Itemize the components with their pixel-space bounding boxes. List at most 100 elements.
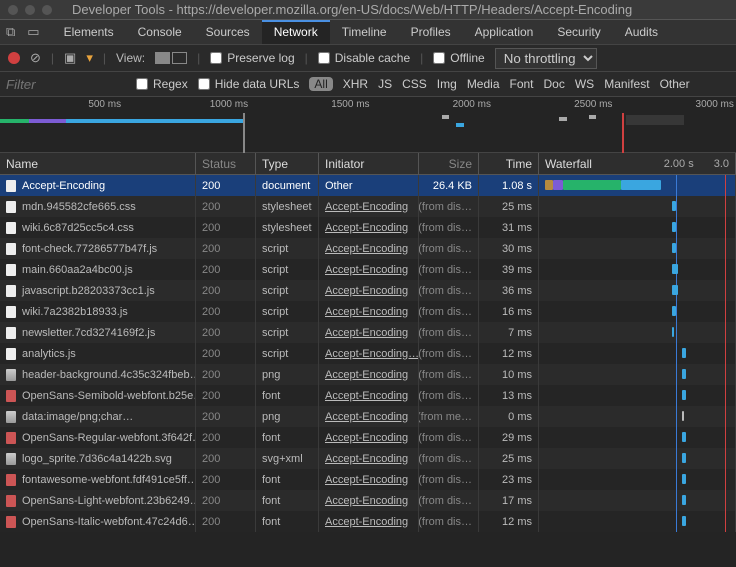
clear-icon[interactable]: ⊘ [30,50,41,66]
type-cell: script [256,259,319,280]
type-cell: script [256,301,319,322]
tab-application[interactable]: Application [463,20,546,44]
throttling-select[interactable]: No throttling [495,48,597,69]
table-row[interactable]: data:image/png;char…200pngAccept-Encodin… [0,406,736,427]
waterfall-cell [539,406,736,427]
status-cell: 200 [196,385,256,406]
table-row[interactable]: fontawesome-webfont.fdf491ce5ff…200fontA… [0,469,736,490]
ruler-tick: 1500 ms [331,99,369,110]
filter-type-media[interactable]: Media [467,77,500,91]
status-cell: 200 [196,427,256,448]
record-button[interactable] [8,52,20,64]
table-row[interactable]: wiki.7a2382b18933.js200scriptAccept-Enco… [0,301,736,322]
table-row[interactable]: OpenSans-Italic-webfont.47c24d6…200fontA… [0,511,736,532]
time-cell: 25 ms [479,448,539,469]
tab-audits[interactable]: Audits [613,20,670,44]
status-cell: 200 [196,343,256,364]
initiator-link[interactable]: Accept-Encoding [325,264,408,276]
minimize-icon[interactable] [25,5,35,15]
request-name: javascript.b28203373cc1.js [22,285,155,297]
tab-console[interactable]: Console [126,20,194,44]
view-list-icon[interactable] [155,52,170,64]
request-name: wiki.6c87d25cc5c4.css [22,222,134,234]
regex-checkbox[interactable]: Regex [136,77,188,91]
initiator-link[interactable]: Accept-Encoding [325,432,408,444]
initiator-link[interactable]: Accept-Encoding [325,453,408,465]
tab-elements[interactable]: Elements [52,20,126,44]
waterfall-cell [539,238,736,259]
ruler-tick: 2500 ms [574,99,612,110]
type-cell: png [256,364,319,385]
time-cell: 0 ms [479,406,539,427]
filter-toolbar: Regex Hide data URLs All XHR JS CSS Img Media… [0,72,736,97]
preserve-log-checkbox[interactable]: Preserve log [210,51,294,65]
initiator-link[interactable]: Accept-Encoding [325,327,408,339]
initiator-link[interactable]: Accept-Encoding [325,411,408,423]
initiator-link[interactable]: Accept-Encoding [325,222,408,234]
header-status: Status [196,153,256,174]
close-icon[interactable] [8,5,18,15]
tab-timeline[interactable]: Timeline [330,20,399,44]
table-row[interactable]: OpenSans-Light-webfont.23b6249…200fontAc… [0,490,736,511]
initiator-link[interactable]: Accept-Encoding [325,390,408,402]
filter-type-other[interactable]: Other [660,77,690,91]
table-row[interactable]: main.660aa2a4bc00.js200scriptAccept-Enco… [0,259,736,280]
table-row[interactable]: javascript.b28203373cc1.js200scriptAccep… [0,280,736,301]
request-name: OpenSans-Regular-webfont.3f642f… [22,432,196,444]
time-cell: 12 ms [479,511,539,532]
table-row[interactable]: mdn.945582cfe665.css200stylesheetAccept-… [0,196,736,217]
waterfall-cell [539,217,736,238]
filter-type-manifest[interactable]: Manifest [604,77,649,91]
tab-sources[interactable]: Sources [194,20,262,44]
table-row[interactable]: font-check.77286577b47f.js200scriptAccep… [0,238,736,259]
filter-type-img[interactable]: Img [437,77,457,91]
filter-type-all[interactable]: All [309,77,332,91]
initiator-link[interactable]: Accept-Encoding [325,495,408,507]
device-icon[interactable]: ▭ [27,24,39,40]
size-cell: (from dis… [419,322,479,343]
initiator-link[interactable]: Accept-Encoding [325,306,408,318]
time-cell: 12 ms [479,343,539,364]
disable-cache-checkbox[interactable]: Disable cache [318,51,410,65]
inspect-icon[interactable]: ⧉ [6,24,15,40]
filter-type-doc[interactable]: Doc [544,77,565,91]
capture-icon[interactable]: ▣ [64,50,76,66]
view-toggle[interactable] [155,52,187,64]
offline-checkbox[interactable]: Offline [433,51,484,65]
filter-type-font[interactable]: Font [510,77,534,91]
filter-icon[interactable]: ▾ [86,50,93,66]
table-row[interactable]: OpenSans-Semibold-webfont.b25e…200fontAc… [0,385,736,406]
status-cell: 200 [196,259,256,280]
tab-security[interactable]: Security [545,20,612,44]
initiator-link[interactable]: Accept-Encoding [325,285,408,297]
zoom-icon[interactable] [42,5,52,15]
time-cell: 29 ms [479,427,539,448]
overview-timeline[interactable]: 500 ms1000 ms1500 ms2000 ms2500 ms3000 m… [0,97,736,153]
table-row[interactable]: header-background.4c35c324fbeb…200pngAcc… [0,364,736,385]
request-name: font-check.77286577b47f.js [22,243,157,255]
header-waterfall: Waterfall 2.00 s 3.0 [539,153,736,174]
tab-network[interactable]: Network [262,20,330,44]
hide-data-urls-checkbox[interactable]: Hide data URLs [198,77,300,91]
initiator-link[interactable]: Accept-Encoding [325,369,408,381]
filter-type-xhr[interactable]: XHR [343,77,368,91]
table-row[interactable]: newsletter.7cd3274169f2.js200scriptAccep… [0,322,736,343]
table-row[interactable]: Accept-Encoding200documentOther26.4 KB1.… [0,175,736,196]
type-cell: stylesheet [256,196,319,217]
filter-type-js[interactable]: JS [378,77,392,91]
table-row[interactable]: wiki.6c87d25cc5c4.css200stylesheetAccept… [0,217,736,238]
table-row[interactable]: OpenSans-Regular-webfont.3f642f…200fontA… [0,427,736,448]
table-header[interactable]: Name Status Type Initiator Size Time Wat… [0,153,736,175]
table-row[interactable]: analytics.js200scriptAccept-Encoding…(fr… [0,343,736,364]
filter-input[interactable] [6,77,126,92]
filter-type-css[interactable]: CSS [402,77,427,91]
view-large-icon[interactable] [172,52,187,64]
initiator-link[interactable]: Accept-Encoding… [325,348,419,360]
initiator-link[interactable]: Accept-Encoding [325,243,408,255]
table-row[interactable]: logo_sprite.7d36c4a1422b.svg200svg+xmlAc… [0,448,736,469]
filter-type-ws[interactable]: WS [575,77,594,91]
initiator-link[interactable]: Accept-Encoding [325,474,408,486]
tab-profiles[interactable]: Profiles [399,20,463,44]
initiator-link[interactable]: Accept-Encoding [325,516,408,528]
initiator-link[interactable]: Accept-Encoding [325,201,408,213]
